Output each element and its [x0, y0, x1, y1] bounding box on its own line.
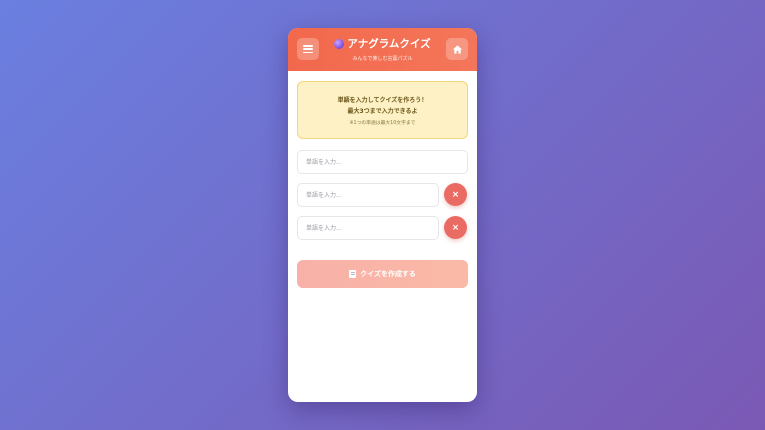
word-input-1[interactable] [297, 150, 468, 174]
word-input-2[interactable] [297, 183, 439, 207]
app-title: アナグラムクイズ [347, 38, 431, 50]
document-icon [349, 270, 357, 278]
create-quiz-button[interactable]: クイズを作成する [297, 260, 468, 288]
create-quiz-label: クイズを作成する [360, 270, 416, 278]
app-window: アナグラムクイズ みんなで楽しむ言葉パズル 単語を入力してクイズを作ろう！ 最大… [288, 28, 477, 402]
close-icon: × [451, 189, 460, 200]
close-icon: × [451, 222, 460, 233]
instruction-box: 単語を入力してクイズを作ろう！ 最大3つまで入力できるよ ※1つの単語は最大10… [297, 81, 468, 139]
globe-icon [334, 38, 345, 49]
app-header: アナグラムクイズ みんなで楽しむ言葉パズル [288, 28, 477, 71]
instruction-note: ※1つの単語は最大10文字まで [349, 121, 416, 126]
instruction-line-1: 単語を入力してクイズを作ろう！ [337, 97, 428, 104]
delete-word-3-button[interactable]: × [444, 216, 467, 239]
instruction-line-2: 最大3つまで入力できるよ [347, 108, 418, 115]
delete-word-2-button[interactable]: × [444, 183, 467, 206]
home-icon [452, 44, 462, 54]
word-input-3[interactable] [297, 216, 439, 240]
home-button[interactable] [446, 38, 468, 60]
